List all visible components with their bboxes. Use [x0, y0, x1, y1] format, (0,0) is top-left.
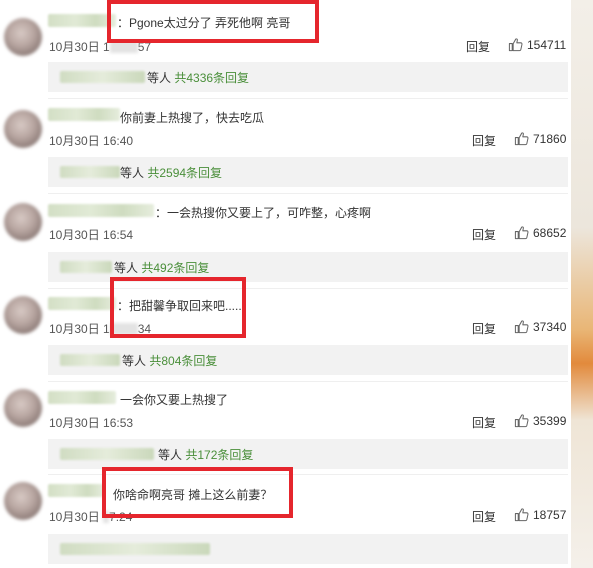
view-replies-link[interactable]: 共172条回复	[185, 448, 253, 462]
divider	[48, 98, 568, 99]
view-replies-link[interactable]: 共804条回复	[149, 354, 217, 368]
reply-usernames[interactable]	[60, 543, 210, 555]
view-replies-link[interactable]: 共2594条回复	[147, 166, 222, 180]
reply-usernames[interactable]	[60, 354, 120, 366]
thumbs-up-icon	[514, 414, 529, 428]
avatar[interactable]	[4, 203, 42, 241]
like-count: 71860	[533, 131, 567, 146]
avatar[interactable]	[4, 110, 42, 148]
reply-usernames[interactable]	[60, 166, 120, 178]
comment-timestamp: 10月30日 1 57	[49, 40, 152, 54]
like-count: 18757	[533, 507, 567, 522]
avatar[interactable]	[4, 389, 42, 427]
like-count: 37340	[533, 319, 567, 334]
reply-summary: 等人 共4336条回复	[48, 62, 568, 92]
reply-summary: 等人 共492条回复	[48, 252, 568, 282]
like-count: 35399	[533, 413, 567, 428]
comment-text: ：Pgone太过分了 弄死他啊 亮哥	[117, 16, 291, 30]
reply-summary	[48, 534, 568, 564]
thumbs-up-icon	[514, 226, 529, 240]
divider	[48, 288, 568, 289]
reply-button[interactable]: 回复	[466, 38, 490, 55]
comment-text: 你前妻上热搜了，快去吃瓜	[120, 111, 265, 125]
like-button[interactable]: 71860	[514, 131, 566, 146]
reply-button[interactable]: 回复	[472, 320, 496, 337]
avatar[interactable]	[4, 482, 42, 520]
view-replies-link[interactable]: 共492条回复	[141, 261, 209, 275]
like-button[interactable]: 154711	[508, 37, 566, 52]
reply-usernames[interactable]	[60, 448, 154, 460]
like-button[interactable]: 37340	[514, 319, 566, 334]
username[interactable]	[48, 297, 116, 310]
reply-usernames[interactable]	[60, 261, 112, 273]
divider	[48, 193, 568, 194]
others-label: 等人	[114, 261, 139, 275]
others-label: 等人	[120, 166, 145, 180]
reply-button[interactable]: 回复	[472, 226, 496, 243]
reply-button[interactable]: 回复	[472, 132, 496, 149]
like-count: 68652	[533, 225, 567, 240]
avatar[interactable]	[4, 296, 42, 334]
reply-usernames[interactable]	[60, 71, 145, 83]
reply-summary: 等人 共172条回复	[48, 439, 568, 469]
thumbs-up-icon	[508, 38, 523, 52]
comment-timestamp: 10月30日 16:54	[49, 228, 134, 242]
others-label: 等人	[122, 354, 147, 368]
reply-button[interactable]: 回复	[472, 508, 496, 525]
thumbs-up-icon	[514, 320, 529, 334]
divider	[48, 474, 568, 475]
username[interactable]	[48, 204, 154, 217]
like-button[interactable]: 68652	[514, 225, 566, 240]
like-button[interactable]: 35399	[514, 413, 566, 428]
comment-timestamp: 10月30日 1 34	[49, 322, 152, 336]
comment-text: 一会你又要上热搜了	[120, 393, 229, 407]
comment-timestamp: 10月30日 7:24	[49, 510, 133, 524]
reply-button[interactable]: 回复	[472, 414, 496, 431]
avatar[interactable]	[4, 18, 42, 56]
divider	[48, 381, 568, 382]
view-replies-link[interactable]: 共4336条回复	[174, 71, 249, 85]
comment-timestamp: 10月30日 16:40	[49, 134, 134, 148]
username[interactable]	[48, 108, 120, 121]
comment-text: ：把甜馨争取回来吧......	[117, 299, 246, 313]
thumbs-up-icon	[514, 132, 529, 146]
comment-timestamp: 10月30日 16:53	[49, 416, 134, 430]
username[interactable]	[48, 14, 116, 27]
thumbs-up-icon	[514, 508, 529, 522]
background-image-strip	[571, 0, 593, 568]
like-button[interactable]: 18757	[514, 507, 566, 522]
username[interactable]	[48, 484, 104, 497]
reply-summary: 等人 共804条回复	[48, 345, 568, 375]
reply-summary: 等人 共2594条回复	[48, 157, 568, 187]
comment-text: ：一会热搜你又要上了，可咋整，心疼啊	[155, 206, 372, 220]
like-count: 154711	[527, 37, 567, 52]
others-label: 等人	[147, 71, 172, 85]
username[interactable]	[48, 391, 116, 404]
others-label: 等人	[158, 448, 183, 462]
comment-text: 你啥命啊亮哥 摊上这么前妻？	[113, 488, 273, 502]
